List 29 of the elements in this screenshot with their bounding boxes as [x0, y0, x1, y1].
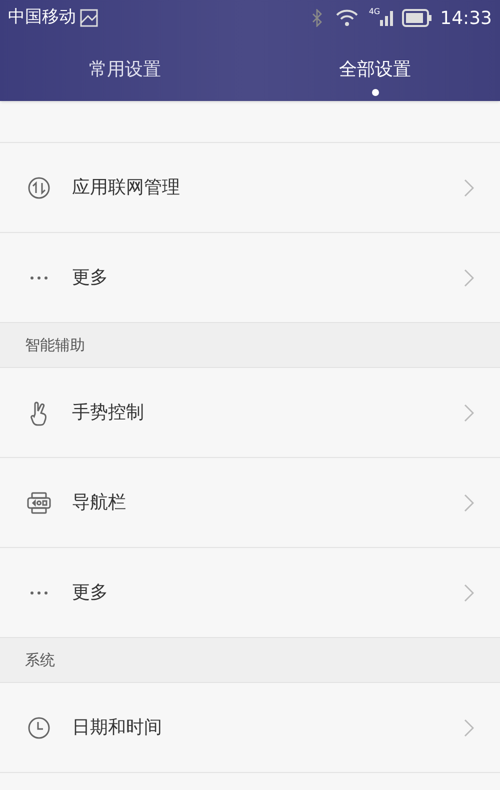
battery-icon	[402, 9, 432, 27]
navigation-bar-icon	[26, 490, 52, 514]
chevron-right-icon	[464, 494, 474, 512]
bluetooth-icon	[310, 9, 323, 27]
network-type: 4G	[368, 6, 380, 18]
row-label: 应用联网管理	[72, 176, 181, 200]
wifi-icon	[334, 9, 359, 27]
chevron-right-icon	[464, 718, 474, 736]
row-label: 更多	[72, 266, 109, 290]
signal-icon	[380, 10, 394, 26]
more-icon	[29, 590, 49, 596]
clock-time: 14:33	[440, 6, 492, 30]
chevron-right-icon	[464, 268, 474, 286]
chevron-right-icon	[464, 178, 474, 196]
tab[interactable]: 常用设置	[0, 36, 250, 101]
tab[interactable]: 全部设置	[250, 36, 500, 101]
chevron-right-icon	[464, 584, 474, 602]
clock-icon	[27, 716, 51, 740]
chevron-right-icon	[464, 404, 474, 422]
row-label: 手势控制	[72, 401, 145, 425]
section-header: 系统	[0, 638, 500, 683]
image-icon	[80, 9, 98, 27]
more-icon	[29, 274, 49, 280]
row-label: 更多	[72, 581, 109, 605]
section-header: 智能辅助	[0, 323, 500, 368]
carrier-name: 中国移动	[8, 6, 76, 30]
row-label: 日期和时间	[72, 716, 163, 740]
arrows-circle-icon	[27, 176, 51, 200]
row-label: 导航栏	[72, 491, 127, 515]
